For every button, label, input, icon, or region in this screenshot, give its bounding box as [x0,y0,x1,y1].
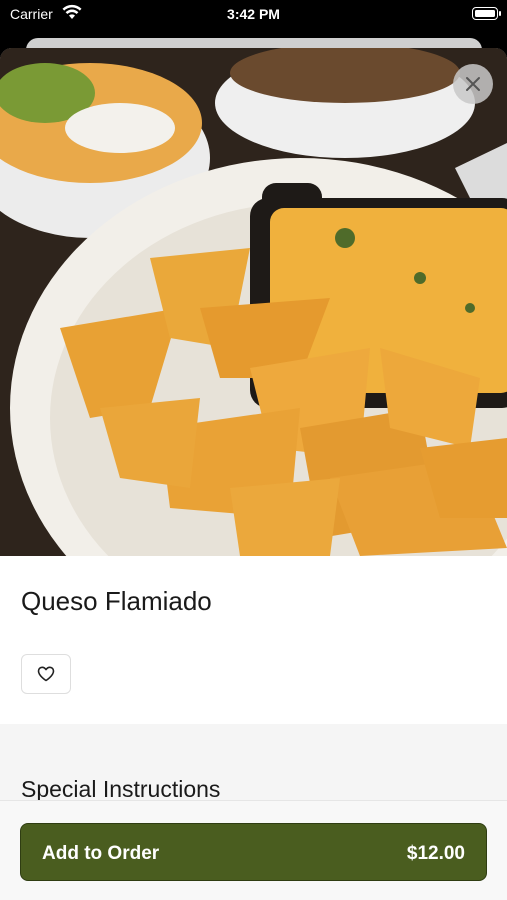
item-title: Queso Flamiado [21,586,212,616]
add-to-order-label: Add to Order [42,843,160,864]
status-bar: Carrier 3:42 PM [0,0,507,30]
order-footer: Add to Order $12.00 [0,800,507,900]
favorite-button[interactable] [21,654,71,694]
clock: 3:42 PM [227,6,280,22]
heart-icon [37,666,55,682]
close-button[interactable] [453,64,493,104]
item-photo [0,48,507,556]
special-instructions-heading: Special Instructions [21,776,221,802]
close-icon [466,77,480,91]
add-to-order-button[interactable]: Add to Order $12.00 [20,823,487,881]
order-price: $12.00 [406,843,465,864]
battery-icon [472,7,501,20]
item-detail-modal: Queso Flamiado Special Instructions Add … [0,48,507,900]
